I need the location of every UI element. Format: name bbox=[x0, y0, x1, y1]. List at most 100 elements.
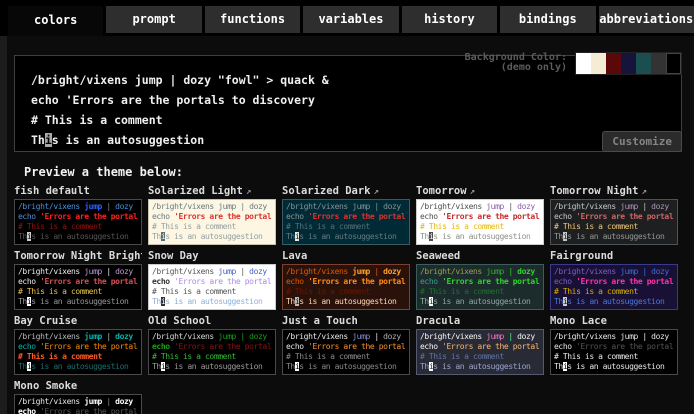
theme-preview-card[interactable]: /bright/vixens jump | dozy "echo 'Errors… bbox=[14, 329, 142, 375]
code-token: /bright/vixens jump | dozy " bbox=[554, 332, 674, 341]
theme-preview-card[interactable]: /bright/vixens jump | dozy "echo 'Errors… bbox=[416, 329, 544, 375]
theme-title: Fairground bbox=[550, 250, 678, 263]
code-line: /bright/vixens jump | dozy " bbox=[18, 202, 138, 212]
code-line: echo 'Errors are the portals bbox=[420, 342, 540, 352]
code-token: Th bbox=[420, 362, 429, 371]
bg-color-swatch[interactable] bbox=[591, 53, 606, 74]
code-token: Th bbox=[286, 362, 295, 371]
code-line: echo 'Errors are the portals bbox=[286, 212, 406, 222]
code-token: s is an autosuggestion bbox=[52, 133, 204, 147]
bg-color-swatch[interactable] bbox=[651, 53, 666, 74]
code-token: 'Errors are the portals bbox=[442, 277, 540, 286]
code-token: jump bbox=[486, 267, 504, 276]
code-token: # This is a comment bbox=[18, 287, 102, 296]
code-token: jump bbox=[84, 397, 102, 406]
theme-cell: Seaweed/bright/vixens jump | dozy "echo … bbox=[416, 250, 544, 310]
customize-button[interactable]: Customize bbox=[602, 131, 682, 152]
code-token: # This is a comment bbox=[554, 352, 638, 361]
theme-title[interactable]: Tomorrow↗ bbox=[416, 185, 544, 198]
theme-preview-card[interactable]: /bright/vixens jump | dozy "echo 'Errors… bbox=[416, 199, 544, 245]
code-token: | bbox=[504, 202, 517, 211]
code-token: 'Errors are the portals bbox=[174, 277, 272, 286]
theme-preview-card[interactable]: /bright/vixens jump | dozy "echo 'Errors… bbox=[148, 264, 276, 310]
code-line: echo 'Errors are the portals bbox=[152, 342, 272, 352]
code-token: " bbox=[133, 202, 138, 211]
theme-title[interactable]: Solarized Dark↗ bbox=[282, 185, 410, 198]
bg-color-swatch[interactable] bbox=[576, 53, 591, 74]
tab-colors[interactable]: colors bbox=[8, 6, 103, 36]
left-gutter bbox=[0, 36, 7, 414]
theme-title: Old School bbox=[148, 315, 276, 328]
code-token: Th bbox=[152, 362, 161, 371]
theme-title[interactable]: Tomorrow Night↗ bbox=[550, 185, 678, 198]
background-color-label: Background Color: (demo only) bbox=[465, 53, 567, 73]
code-token: dozy bbox=[651, 267, 669, 276]
code-token: " bbox=[669, 202, 674, 211]
code-token: s is an autosuggestion bbox=[567, 232, 664, 241]
code-line: echo 'Errors are the portals to discover… bbox=[31, 90, 665, 110]
code-line: echo 'Errors are the portals bbox=[420, 277, 540, 287]
theme-title: Mono Lace bbox=[550, 315, 678, 328]
code-token: # This is a comment bbox=[286, 222, 370, 231]
theme-title[interactable]: Solarized Light↗ bbox=[148, 185, 276, 198]
bg-color-swatch[interactable] bbox=[621, 53, 636, 74]
bg-color-swatch[interactable] bbox=[666, 53, 681, 74]
code-token: | bbox=[102, 267, 115, 276]
external-link-icon[interactable]: ↗ bbox=[246, 187, 251, 197]
code-token: Th bbox=[420, 232, 429, 241]
external-link-icon[interactable]: ↗ bbox=[470, 187, 475, 197]
external-link-icon[interactable]: ↗ bbox=[374, 187, 379, 197]
theme-cell: fish default/bright/vixens jump | dozy "… bbox=[14, 185, 142, 245]
bg-color-swatch[interactable] bbox=[636, 53, 651, 74]
theme-grid: fish default/bright/vixens jump | dozy "… bbox=[14, 185, 690, 414]
code-token: | bbox=[102, 202, 115, 211]
code-line: # This is a comment bbox=[31, 110, 665, 130]
tab-history[interactable]: history bbox=[402, 6, 497, 33]
tab-bindings[interactable]: bindings bbox=[500, 6, 595, 33]
theme-preview-card[interactable]: /bright/vixens jump | dozy "echo 'Errors… bbox=[14, 199, 142, 245]
code-line: # This is a comment bbox=[554, 287, 674, 297]
colors-page: Background Color: (demo only) /bright/vi… bbox=[0, 36, 694, 414]
code-token: jump bbox=[352, 332, 370, 341]
theme-preview-card[interactable]: /bright/vixens jump | dozy "echo 'Errors… bbox=[282, 264, 410, 310]
code-token: echo bbox=[286, 277, 308, 286]
code-token: | bbox=[370, 332, 383, 341]
theme-preview-card[interactable]: /bright/vixens jump | dozy "echo 'Errors… bbox=[550, 199, 678, 245]
code-line: This is an autosuggestion bbox=[286, 297, 406, 307]
code-token: # This is a comment bbox=[554, 287, 638, 296]
theme-preview-card[interactable]: /bright/vixens jump | dozy "echo 'Errors… bbox=[148, 199, 276, 245]
code-line: # This is a comment bbox=[18, 287, 138, 297]
theme-preview-card[interactable]: /bright/vixens jump | dozy "echo 'Errors… bbox=[550, 329, 678, 375]
code-line: /bright/vixens jump | dozy " bbox=[420, 202, 540, 212]
theme-preview-card[interactable]: /bright/vixens jump | dozy "echo 'Errors… bbox=[148, 329, 276, 375]
tab-prompt[interactable]: prompt bbox=[106, 6, 201, 33]
theme-preview-card[interactable]: /bright/vixens jump | dozy "echo 'Errors… bbox=[550, 264, 678, 310]
code-token: # This is a comment bbox=[286, 352, 370, 361]
code-line: echo 'Errors are the portals bbox=[286, 342, 406, 352]
theme-cell: Snow Day/bright/vixens jump | dozy "echo… bbox=[148, 250, 276, 310]
code-token: jump bbox=[84, 332, 102, 341]
theme-preview-card[interactable]: /bright/vixens jump | dozy "echo 'Errors… bbox=[282, 199, 410, 245]
code-token: s is an autosuggestion bbox=[31, 297, 128, 306]
tab-abbreviations[interactable]: abbreviations bbox=[599, 6, 694, 33]
theme-cell: Tomorrow Night↗/bright/vixens jump | doz… bbox=[550, 185, 678, 245]
bg-color-swatch[interactable] bbox=[606, 53, 621, 74]
code-line: /bright/vixens jump | dozy "fowl" > quac… bbox=[31, 70, 665, 90]
code-line: echo 'Errors are the portals bbox=[554, 212, 674, 222]
code-line: echo 'Errors are the portals bbox=[18, 342, 138, 352]
code-token: echo bbox=[18, 277, 40, 286]
code-line: # This is a comment bbox=[420, 222, 540, 232]
theme-preview-card[interactable]: /bright/vixens jump | dozy "echo 'Errors… bbox=[14, 394, 142, 414]
tab-variables[interactable]: variables bbox=[303, 6, 398, 33]
external-link-icon[interactable]: ↗ bbox=[642, 187, 647, 197]
theme-preview-card[interactable]: /bright/vixens jump | dozy "echo 'Errors… bbox=[282, 329, 410, 375]
theme-preview-card[interactable]: /bright/vixens jump | dozy "echo 'Errors… bbox=[416, 264, 544, 310]
code-line: This is an autosuggestion bbox=[18, 362, 138, 372]
code-line: This is an autosuggestion bbox=[31, 130, 665, 150]
theme-title[interactable]: Tomorrow Night Bright↗ bbox=[14, 250, 142, 263]
tab-functions[interactable]: functions bbox=[205, 6, 300, 33]
background-color-label-line2: (demo only) bbox=[465, 63, 567, 73]
theme-preview-card[interactable]: /bright/vixens jump | dozy "echo 'Errors… bbox=[14, 264, 142, 310]
theme-cell: Fairground/bright/vixens jump | dozy "ec… bbox=[550, 250, 678, 310]
code-token: " bbox=[405, 202, 406, 211]
